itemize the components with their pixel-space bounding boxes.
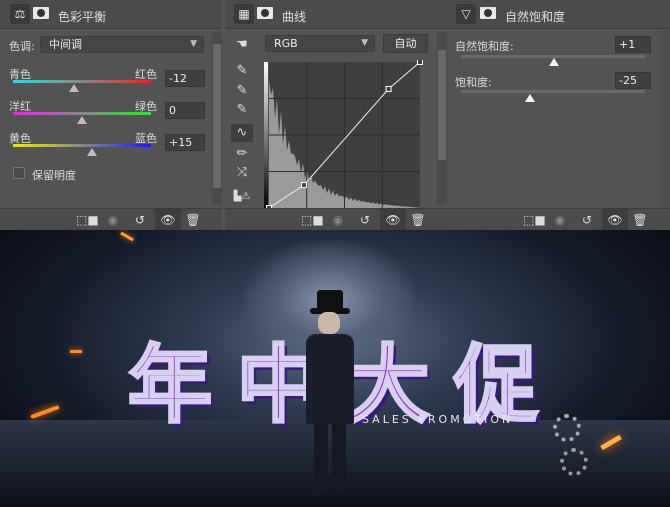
curves-panel: ▦ 曲线 ☚ ✎ ✎ ✎ ∿ ✏ ⤨ ▙⚠ RGB ▼ 自动 ⬚■ ◉ ↺ 👁 🗑	[225, 0, 447, 231]
color-slider-input[interactable]: 0	[165, 102, 205, 119]
color-slider-input[interactable]: -12	[165, 70, 205, 87]
view-previous-icon[interactable]: ◉	[550, 212, 570, 228]
poster-subtitle: SALES PROMOTION	[362, 413, 514, 426]
visibility-eye-icon[interactable]: 👁	[602, 209, 628, 231]
color-slider-thumb[interactable]	[87, 148, 98, 156]
vibrance-slider-thumb[interactable]	[548, 58, 559, 66]
clip-to-layer-icon[interactable]: ⬚■	[301, 212, 324, 228]
output-gradient-bar	[264, 62, 268, 208]
vibrance-panel: ▽ 自然饱和度 自然饱和度: +1 饱和度: -25 ⬚■ ◉ ↺ 👁 🗑	[447, 0, 670, 231]
saturation-input[interactable]: -25	[615, 72, 651, 89]
curve-graph[interactable]	[264, 60, 424, 210]
scrollbar[interactable]	[437, 32, 447, 205]
vibrance-label: 自然饱和度:	[455, 40, 514, 53]
black-eyedropper-icon[interactable]: ✎	[231, 62, 253, 80]
color-slider-track[interactable]	[13, 80, 151, 83]
curve-control-point[interactable]	[417, 60, 423, 65]
tone-value: 中间调	[49, 38, 82, 51]
layer-mask-icon[interactable]	[480, 7, 496, 19]
color-slider-track[interactable]	[13, 112, 151, 115]
curve-control-point[interactable]	[300, 182, 307, 189]
poster-image: 年中大促 SALES PROMOTION	[0, 230, 670, 507]
preserve-luminosity-checkbox[interactable]	[13, 167, 25, 179]
target-adjust-hand-icon[interactable]: ☚	[231, 36, 253, 54]
reset-icon[interactable]: ↺	[130, 212, 150, 228]
trash-icon[interactable]: 🗑	[183, 212, 203, 228]
panel-title: 色彩平衡	[58, 10, 107, 24]
visibility-eye-icon[interactable]: 👁	[155, 209, 181, 231]
layer-mask-icon[interactable]	[33, 7, 49, 19]
scrollbar[interactable]	[212, 32, 222, 205]
spark	[30, 404, 60, 420]
panel-title: 自然饱和度	[505, 10, 566, 24]
spark	[70, 350, 82, 353]
pencil-icon[interactable]: ✏	[231, 145, 253, 163]
preserve-luminosity-label: 保留明度	[32, 169, 76, 182]
film-reel-icon	[560, 448, 588, 476]
channel-dropdown[interactable]: RGB ▼	[265, 35, 375, 52]
trash-icon[interactable]: 🗑	[630, 212, 650, 228]
saturation-label: 饱和度:	[455, 76, 492, 89]
man-figure	[300, 290, 360, 500]
tone-dropdown[interactable]: 中间调 ▼	[40, 36, 204, 53]
chevron-down-icon: ▼	[361, 38, 368, 48]
clip-to-layer-icon[interactable]: ⬚■	[523, 212, 546, 228]
clipping-warning-icon[interactable]: ▙⚠	[231, 188, 253, 206]
panel-title: 曲线	[282, 10, 307, 24]
spark	[120, 231, 134, 242]
scrollbar[interactable]	[660, 30, 670, 208]
clip-to-layer-icon[interactable]: ⬚■	[76, 212, 99, 228]
white-eyedropper-icon[interactable]: ✎	[231, 101, 253, 119]
poster-title-char: 年	[126, 335, 213, 436]
auto-button[interactable]: 自动	[383, 34, 428, 53]
curve-point-tool-icon[interactable]: ∿	[231, 124, 253, 142]
channel-value: RGB	[274, 37, 298, 50]
view-previous-icon[interactable]: ◉	[103, 212, 123, 228]
balance-scale-icon: ⚖	[10, 4, 30, 24]
saturation-slider-track[interactable]	[461, 90, 645, 93]
color-slider-thumb[interactable]	[77, 116, 87, 124]
chevron-down-icon: ▼	[190, 39, 197, 49]
vibrance-triangle-icon: ▽	[456, 4, 476, 24]
panel-footer: ⬚■ ◉ ↺ 👁 🗑	[0, 208, 222, 231]
panel-footer: ⬚■ ◉ ↺ 👁 🗑	[225, 208, 447, 231]
film-reel-icon	[553, 414, 581, 442]
smooth-curve-icon[interactable]: ⤨	[231, 164, 253, 182]
panel-header: ▽ 自然饱和度	[447, 0, 670, 29]
view-previous-icon[interactable]: ◉	[328, 212, 348, 228]
color-balance-panel: ⚖ 色彩平衡 色调: 中间调 ▼ 青色 红色 -12 洋红 绿色 0 黄色 蓝色 +1…	[0, 0, 222, 231]
reset-icon[interactable]: ↺	[577, 212, 597, 228]
gray-eyedropper-icon[interactable]: ✎	[231, 82, 253, 100]
panel-header: ▦ 曲线	[225, 0, 447, 29]
panel-header: ⚖ 色彩平衡	[0, 0, 222, 29]
tone-label: 色调:	[9, 40, 35, 53]
color-slider-thumb[interactable]	[68, 84, 79, 92]
color-slider-track[interactable]	[13, 144, 151, 147]
color-slider-input[interactable]: +15	[165, 134, 205, 151]
panel-footer: ⬚■ ◉ ↺ 👁 🗑	[447, 208, 670, 231]
reset-icon[interactable]: ↺	[355, 212, 375, 228]
curves-grid-icon: ▦	[234, 4, 254, 24]
vibrance-input[interactable]: +1	[615, 36, 651, 53]
trash-icon[interactable]: 🗑	[408, 212, 428, 228]
layer-mask-icon[interactable]	[257, 7, 273, 19]
saturation-slider-thumb[interactable]	[525, 94, 535, 102]
curve-control-point[interactable]	[385, 85, 392, 92]
visibility-eye-icon[interactable]: 👁	[380, 209, 406, 231]
